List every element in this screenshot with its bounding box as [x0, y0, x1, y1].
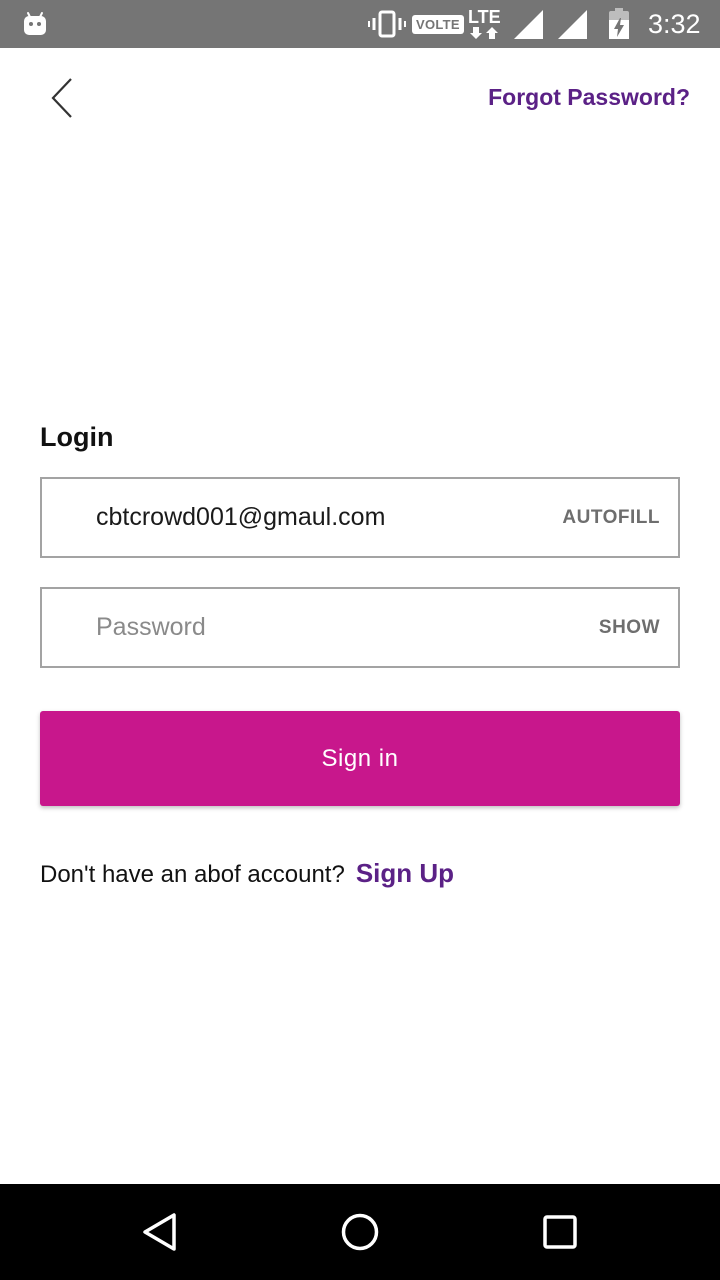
- show-password-button[interactable]: SHOW: [599, 589, 660, 666]
- data-arrows-icon: [470, 27, 499, 39]
- volte-badge: VOLTE: [412, 0, 464, 48]
- autofill-button[interactable]: AUTOFILL: [562, 479, 660, 556]
- sign-in-button[interactable]: Sign in: [40, 711, 680, 806]
- network-label: LTE: [468, 7, 501, 27]
- volte-label: VOLTE: [412, 14, 464, 34]
- status-bar: VOLTE LTE 3:32: [0, 0, 720, 48]
- nav-home-button[interactable]: [336, 1208, 384, 1256]
- nav-back-button[interactable]: [136, 1208, 184, 1256]
- signal-icon: [556, 0, 588, 48]
- nav-home-icon: [341, 1213, 379, 1251]
- sign-up-link[interactable]: Sign Up: [356, 858, 454, 889]
- lte-icon: LTE: [468, 0, 501, 48]
- nav-recents-button[interactable]: [536, 1208, 584, 1256]
- back-button[interactable]: [40, 72, 84, 124]
- chevron-left-icon: [51, 78, 72, 118]
- signal-icon: [512, 0, 544, 48]
- login-title: Login: [40, 422, 114, 452]
- navigation-bar: [0, 1184, 720, 1280]
- nav-back-icon: [143, 1213, 176, 1251]
- signup-prompt: Don't have an abof account?: [40, 861, 345, 888]
- nav-recents-icon: [543, 1215, 577, 1249]
- password-input[interactable]: [96, 589, 536, 666]
- clock: 3:32: [648, 8, 701, 39]
- signup-row: Don't have an abof account? Sign Up: [40, 858, 454, 889]
- battery-charging-icon: [608, 0, 630, 48]
- forgot-password-link[interactable]: Forgot Password?: [488, 84, 690, 111]
- vibrate-icon: [368, 0, 406, 48]
- password-field[interactable]: SHOW: [40, 587, 680, 668]
- email-field[interactable]: AUTOFILL: [40, 477, 680, 558]
- email-input[interactable]: [96, 479, 536, 556]
- android-icon: [22, 0, 48, 48]
